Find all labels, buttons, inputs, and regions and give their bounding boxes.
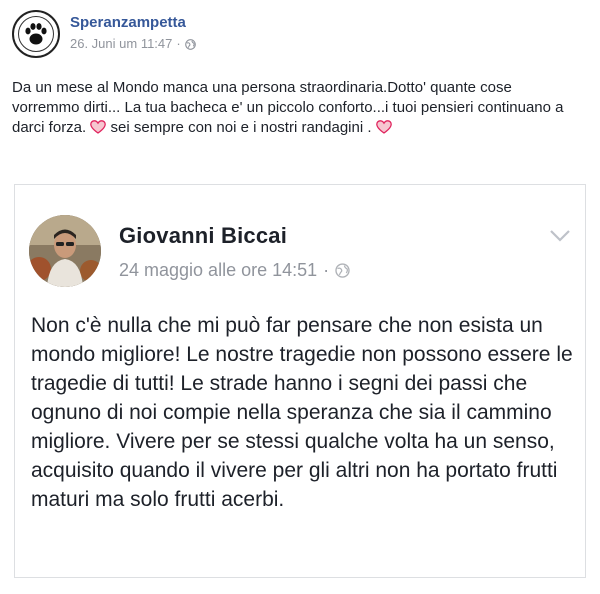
shared-post-timestamp: 24 maggio alle ore 14:51 · bbox=[119, 260, 350, 281]
heart-icon bbox=[375, 120, 392, 134]
separator-dot: · bbox=[323, 260, 330, 280]
page-name-link[interactable]: Speranzampetta bbox=[70, 14, 196, 32]
globe-icon bbox=[335, 263, 350, 278]
profile-photo-image bbox=[29, 215, 101, 287]
avatar-ring bbox=[18, 16, 54, 52]
page-avatar[interactable] bbox=[12, 10, 60, 58]
shared-author-name[interactable]: Giovanni Biccai bbox=[119, 223, 287, 249]
facebook-post: Speranzampetta 26. Juni um 11:47 · Da un… bbox=[0, 0, 600, 594]
post-timestamp: 26. Juni um 11:47 · bbox=[70, 35, 196, 53]
post-header: Speranzampetta 26. Juni um 11:47 · bbox=[12, 10, 196, 58]
globe-icon bbox=[184, 38, 196, 50]
post-message: Da un mese al Mondo manca una persona st… bbox=[12, 78, 582, 138]
post-time-text[interactable]: 26. Juni um 11:47 bbox=[70, 35, 172, 53]
heart-icon bbox=[90, 120, 107, 134]
shared-post-card[interactable]: Giovanni Biccai 24 maggio alle ore 14:51… bbox=[14, 184, 586, 578]
post-meta: Speranzampetta 26. Juni um 11:47 · bbox=[70, 10, 196, 53]
shared-post-message: Non c'è nulla che mi può far pensare che… bbox=[31, 314, 573, 511]
shared-author-avatar[interactable] bbox=[29, 215, 101, 287]
separator-dot: · bbox=[176, 36, 181, 51]
post-message-part-2: sei sempre con noi e i nostri randagini … bbox=[106, 119, 376, 136]
chevron-down-icon[interactable] bbox=[549, 229, 571, 243]
shared-time-text[interactable]: 24 maggio alle ore 14:51 bbox=[119, 260, 317, 281]
